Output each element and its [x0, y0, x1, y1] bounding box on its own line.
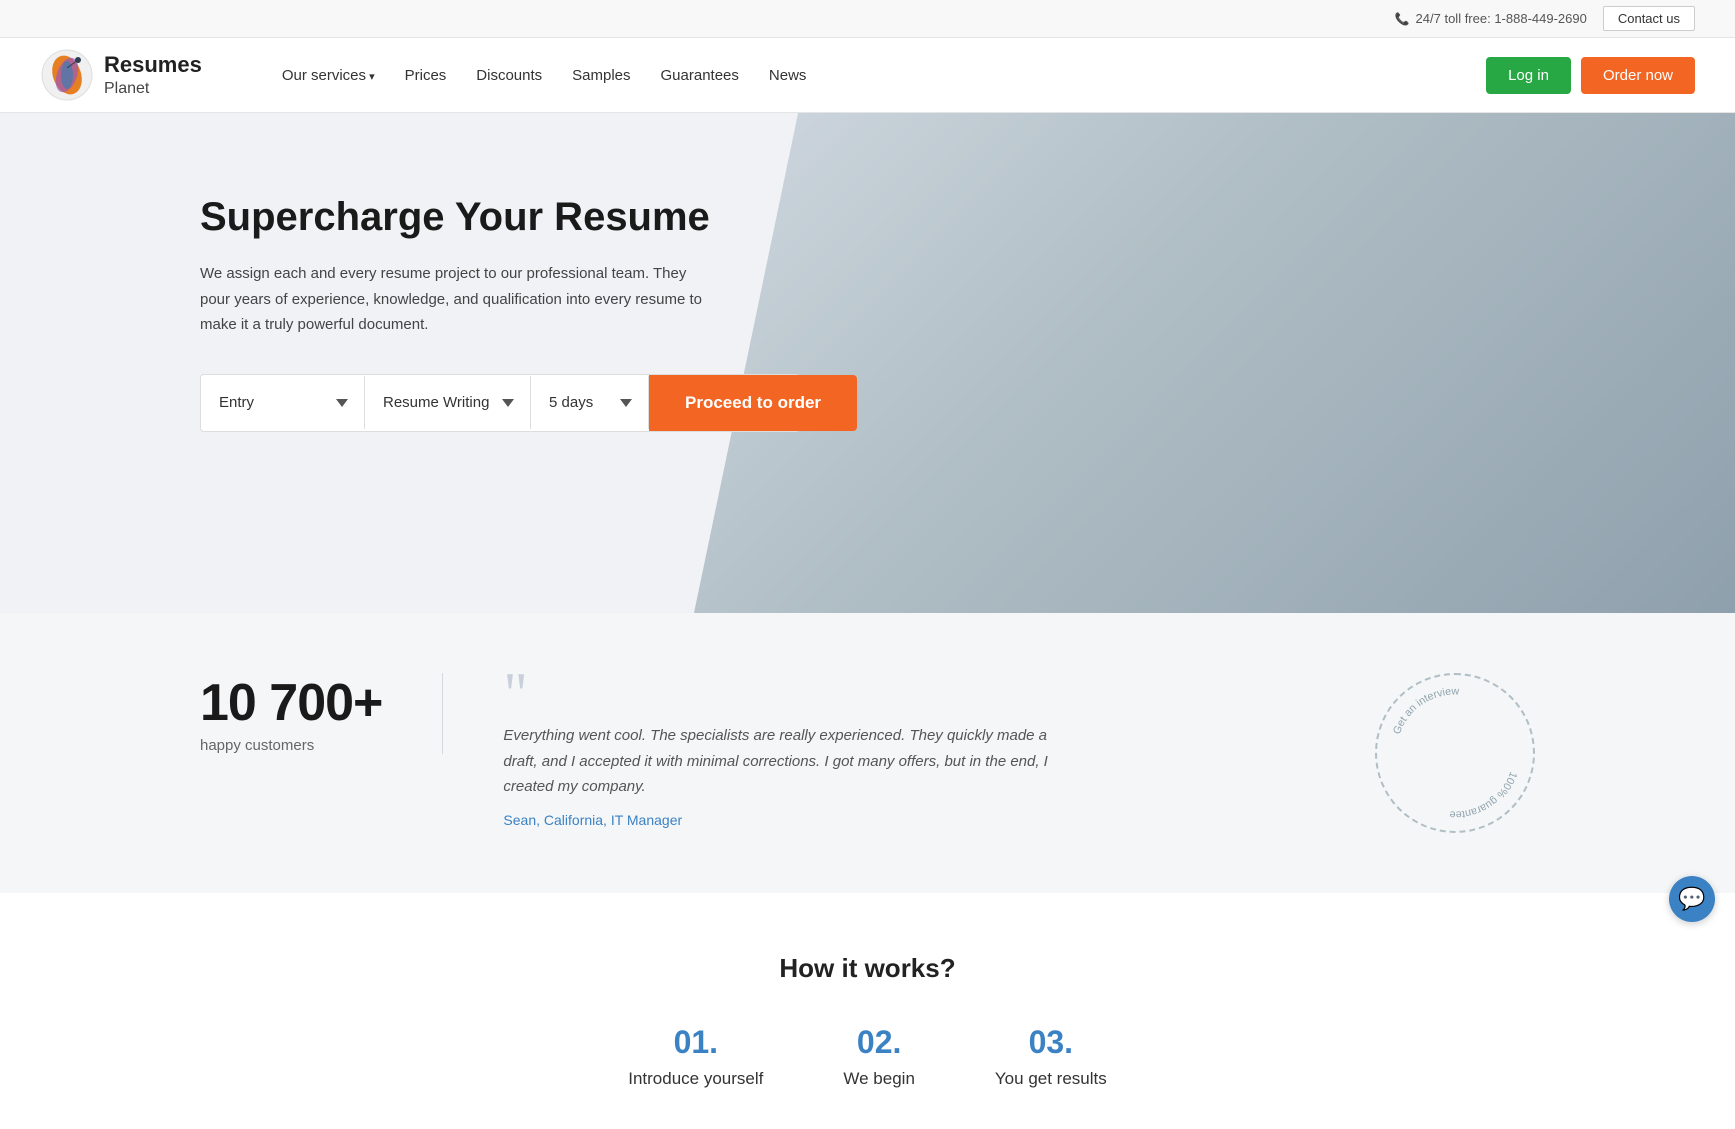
- testimonial-block: " Everything went cool. The specialists …: [443, 673, 1063, 830]
- hero-title: Supercharge Your Resume: [200, 193, 800, 241]
- step-3: 03. You get results: [995, 1024, 1107, 1089]
- proceed-to-order-button[interactable]: Proceed to order: [649, 375, 857, 431]
- stats-number: 10 700+: [200, 673, 382, 733]
- hero-background: [694, 113, 1735, 613]
- svg-text:100% guarantee: 100% guarantee: [1449, 770, 1519, 821]
- steps-row: 01. Introduce yourself 02. We begin 03. …: [200, 1024, 1535, 1089]
- nav-actions: Log in Order now: [1486, 57, 1695, 94]
- logo-area[interactable]: Resumes Planet: [40, 48, 202, 102]
- step-3-number: 03.: [995, 1024, 1107, 1061]
- main-nav: Our services Prices Discounts Samples Gu…: [282, 67, 1486, 84]
- header: Resumes Planet Our services Prices Disco…: [0, 38, 1735, 113]
- step-1: 01. Introduce yourself: [628, 1024, 763, 1089]
- guarantee-circle-svg: Get an interview 100% guarantee: [1377, 673, 1533, 833]
- hero-description: We assign each and every resume project …: [200, 261, 720, 338]
- order-now-button[interactable]: Order now: [1581, 57, 1695, 94]
- nav-guarantees[interactable]: Guarantees: [661, 67, 739, 84]
- nav-services[interactable]: Our services: [282, 67, 375, 84]
- step-2-number: 02.: [843, 1024, 915, 1061]
- contact-button[interactable]: Contact us: [1603, 6, 1695, 31]
- phone-number: 24/7 toll free: 1-888-449-2690: [1395, 11, 1587, 26]
- quote-mark: ": [503, 673, 1063, 715]
- order-form: EntryProfessionalExecutiveC-Level / Boar…: [200, 374, 800, 432]
- level-select[interactable]: EntryProfessionalExecutiveC-Level / Boar…: [201, 376, 365, 429]
- top-bar: 24/7 toll free: 1-888-449-2690 Contact u…: [0, 0, 1735, 38]
- brand-sub: Planet: [104, 79, 202, 98]
- testimonial-author: Sean, California, IT Manager: [503, 812, 682, 828]
- svg-text:Get an interview: Get an interview: [1391, 685, 1460, 736]
- step-3-label: You get results: [995, 1069, 1107, 1089]
- logo-text: Resumes Planet: [104, 52, 202, 98]
- chat-icon: 💬: [1678, 886, 1705, 912]
- how-it-works-title: How it works?: [200, 953, 1535, 984]
- step-1-number: 01.: [628, 1024, 763, 1061]
- social-proof-section: 10 700+ happy customers " Everything wen…: [0, 613, 1735, 893]
- nav-news[interactable]: News: [769, 67, 807, 84]
- deadline-select[interactable]: 5 days3 days2 days24 hours12 hours: [531, 376, 649, 429]
- nav-prices[interactable]: Prices: [405, 67, 447, 84]
- guarantee-circle: Get an interview 100% guarantee: [1375, 673, 1535, 833]
- login-button[interactable]: Log in: [1486, 57, 1571, 94]
- stats-block: 10 700+ happy customers: [200, 673, 443, 754]
- nav-discounts[interactable]: Discounts: [476, 67, 542, 84]
- step-2: 02. We begin: [843, 1024, 915, 1089]
- step-2-label: We begin: [843, 1069, 915, 1089]
- hero-content: Supercharge Your Resume We assign each a…: [200, 193, 800, 432]
- service-select[interactable]: Resume WritingCV WritingCover LetterLink…: [365, 376, 531, 429]
- logo-icon: [40, 48, 94, 102]
- hero-section: Supercharge Your Resume We assign each a…: [0, 113, 1735, 613]
- how-it-works-section: How it works? 01. Introduce yourself 02.…: [0, 893, 1735, 1129]
- nav-samples[interactable]: Samples: [572, 67, 630, 84]
- step-1-label: Introduce yourself: [628, 1069, 763, 1089]
- testimonial-text: Everything went cool. The specialists ar…: [503, 723, 1063, 800]
- chat-bubble[interactable]: 💬: [1669, 876, 1715, 922]
- stats-label: happy customers: [200, 737, 382, 754]
- brand-name: Resumes: [104, 52, 202, 78]
- guarantee-area: Get an interview 100% guarantee: [1375, 673, 1535, 833]
